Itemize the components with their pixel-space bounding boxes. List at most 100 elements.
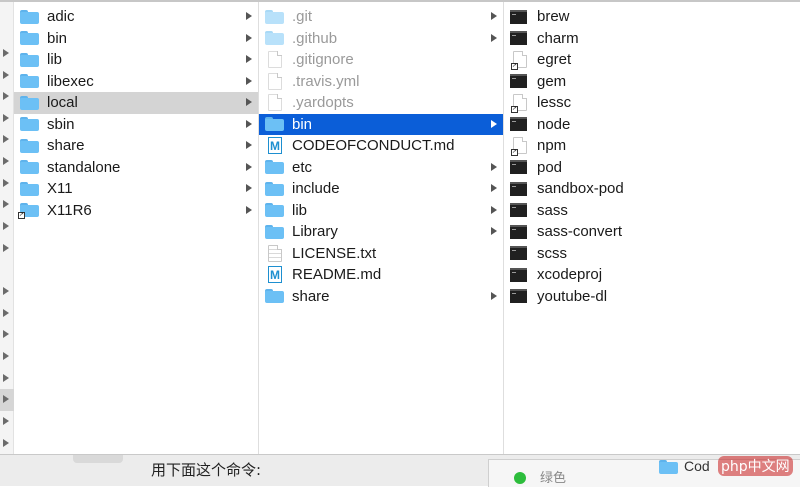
chevron-right-icon [491,184,497,192]
file-name: bin [292,115,313,133]
file-row[interactable]: lib [259,200,503,222]
file-name: share [292,287,330,305]
file-name: brew [537,8,570,26]
chevron-right-icon [246,119,252,128]
bottom-area: 用下面这个命令: 绿色 [0,454,800,487]
watermark: php中文网 [718,456,793,476]
file-row[interactable]: .yardopts [259,92,503,114]
document-icon [268,51,282,69]
folder-icon [265,9,284,24]
chevron-right-icon [3,417,9,425]
folder-icon [20,160,39,175]
file-name: sbin [47,115,75,133]
alias-arrow-icon: ↗ [18,212,25,220]
chevron-right-icon [3,92,9,100]
folder-icon [265,160,284,175]
chevron-right-icon [246,55,252,63]
file-row[interactable]: scss [504,243,800,265]
file-row[interactable]: ↗ npm [504,135,800,157]
column-usr: adic bin lib libexec local sbin share standalon… [14,2,259,454]
green-status-icon [514,472,526,484]
file-row[interactable]: xcodeproj [504,264,800,286]
file-row[interactable]: brew [504,6,800,28]
file-row[interactable]: Library [259,221,503,243]
file-row[interactable]: bin [14,28,258,50]
file-row[interactable]: adic [14,6,258,28]
terminal-executable-icon [510,31,527,46]
file-row[interactable]: etc [259,157,503,179]
terminal-executable-icon [510,9,527,24]
file-row[interactable]: node [504,114,800,136]
terminal-executable-icon [510,246,527,261]
file-row[interactable]: ↗ X11R6 [14,200,258,222]
folder-icon [265,117,284,132]
file-name: standalone [47,158,121,176]
file-row[interactable]: libexec [14,71,258,93]
file-name: .gitignore [292,51,354,69]
file-row[interactable]: pod [504,157,800,179]
alias-arrow-icon: ↗ [511,149,518,157]
bottom-folder-label[interactable]: Cod [684,458,710,474]
chevron-right-icon [3,374,9,382]
file-name: scss [537,244,567,262]
alias-arrow-icon: ↗ [511,63,518,71]
chevron-right-icon [246,98,252,106]
file-name: lib [47,51,63,69]
file-row[interactable]: sbin [14,114,258,136]
file-row[interactable]: include [259,178,503,200]
folder-icon [265,224,284,239]
file-row[interactable]: .git [259,6,503,28]
file-row[interactable]: sass-convert [504,221,800,243]
terminal-executable-icon [510,74,527,89]
file-name: README.md [292,266,382,284]
file-name: .github [292,29,338,47]
file-row[interactable]: youtube-dl [504,286,800,308]
file-row[interactable]: bin [259,113,503,135]
chevron-right-icon [491,119,497,128]
chevron-right-icon [3,157,9,165]
file-row[interactable]: M README.md [259,264,503,286]
file-name: pod [537,158,563,176]
chevron-right-icon [3,71,9,79]
file-row[interactable]: .github [259,28,503,50]
file-name: node [537,115,571,133]
file-name: youtube-dl [537,287,608,305]
chevron-right-icon [3,287,9,295]
file-name: .travis.yml [292,72,360,90]
chevron-right-icon [491,12,497,20]
folder-icon [265,203,284,218]
file-row[interactable]: .gitignore [259,49,503,71]
parent-column-strip[interactable] [0,2,14,454]
file-row[interactable]: LICENSE.txt [259,243,503,265]
terminal-executable-icon [510,267,527,282]
file-row[interactable]: M CODEOFCONDUCT.md [259,135,503,157]
file-row[interactable]: sass [504,200,800,222]
chevron-right-icon [491,291,497,300]
folder-icon [20,95,39,110]
file-row[interactable]: X11 [14,178,258,200]
file-row[interactable]: sandbox-pod [504,178,800,200]
tab-handle[interactable] [73,455,123,463]
text-document-icon [268,244,282,262]
terminal-executable-icon [510,224,527,239]
file-row[interactable]: ↗ lessc [504,92,800,114]
file-row[interactable]: lib [14,49,258,71]
chevron-right-icon [246,141,252,149]
terminal-executable-icon [510,289,527,304]
column-local: .git .github .gitignore .travis.yml .yardopt… [259,2,504,454]
file-name: X11 [47,180,73,198]
chevron-right-icon [3,179,9,187]
folder-icon [20,52,39,67]
file-row[interactable]: standalone [14,157,258,179]
file-row[interactable]: share [14,135,258,157]
file-row[interactable]: .travis.yml [259,71,503,93]
chevron-right-icon [246,33,252,42]
file-row[interactable]: ↗ egret [504,49,800,71]
file-row[interactable]: share [259,286,503,308]
folder-alias-icon: ↗ [18,203,39,220]
chevron-right-icon [3,352,9,360]
file-row[interactable]: gem [504,71,800,93]
file-row[interactable]: local [14,92,258,114]
file-name: .git [292,8,313,26]
file-row[interactable]: charm [504,28,800,50]
